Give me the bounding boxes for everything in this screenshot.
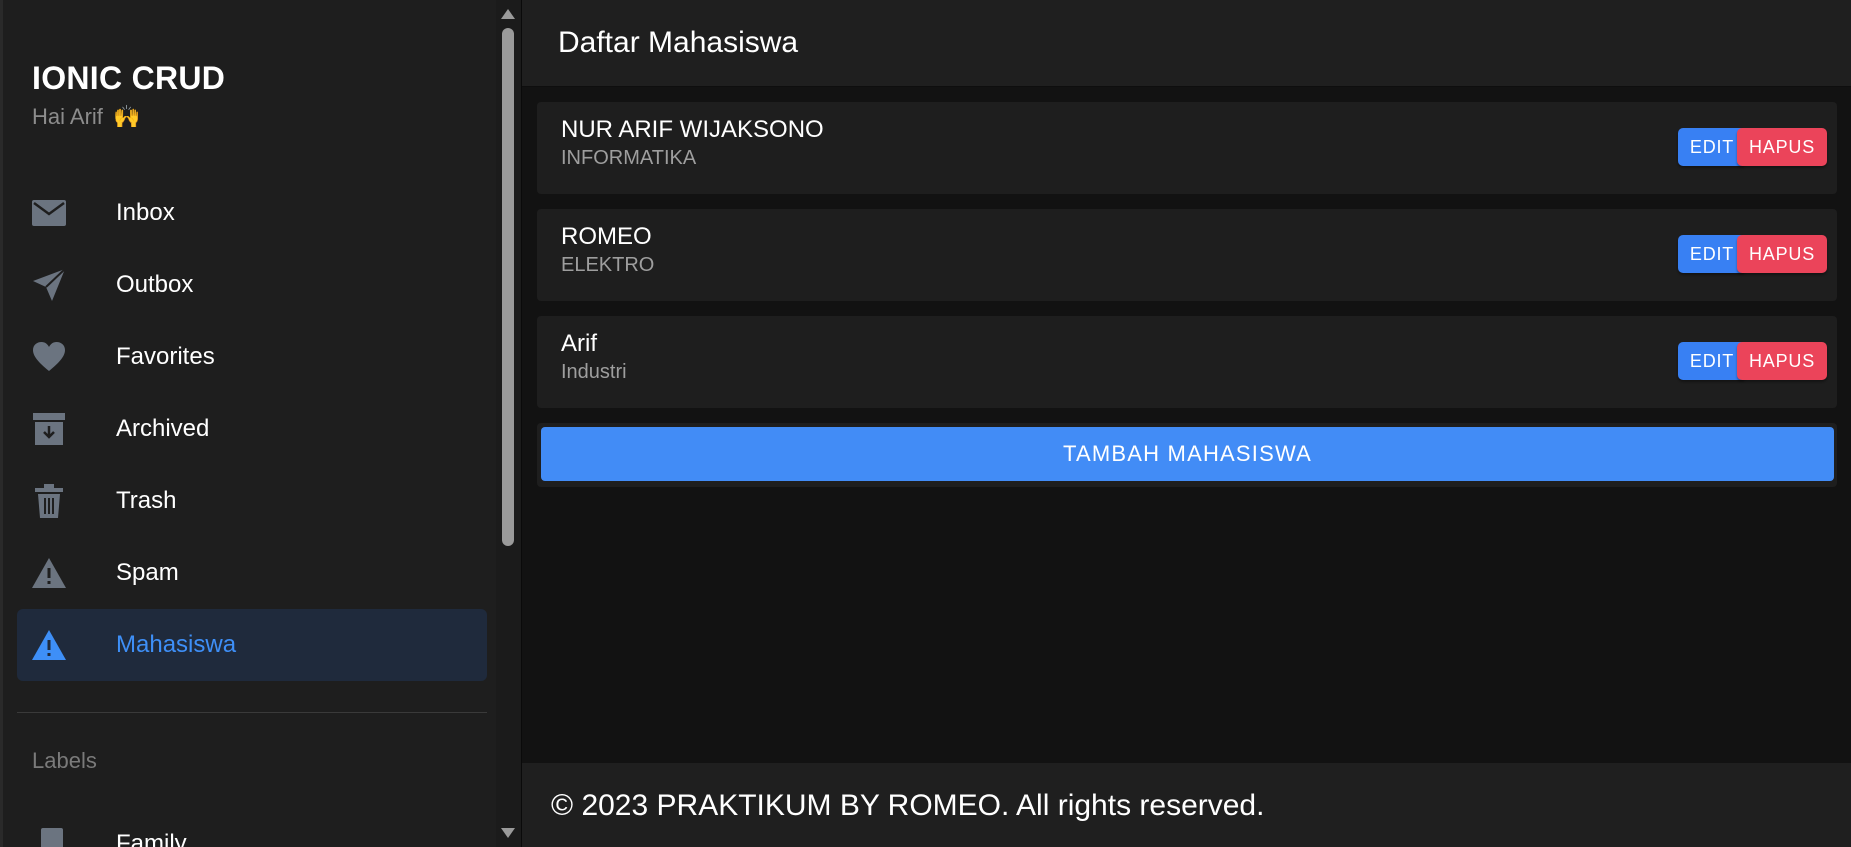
labels-heading: Labels bbox=[32, 748, 97, 773]
sidebar-divider bbox=[17, 712, 487, 713]
label-item-label: Family bbox=[116, 830, 187, 847]
student-card: ROMEO ELEKTRO EDIT HAPUS bbox=[537, 209, 1837, 301]
student-name: Arif bbox=[561, 330, 597, 357]
student-card: Arif Industri EDIT HAPUS bbox=[537, 316, 1837, 408]
scroll-thumb[interactable] bbox=[502, 28, 514, 546]
heart-icon bbox=[31, 339, 67, 375]
student-name: NUR ARIF WIJAKSONO bbox=[561, 116, 824, 143]
app-title: IONIC CRUD bbox=[32, 60, 226, 96]
side-menu: IONIC CRUD Hai Arif 🙌 Inbox Outbox Favor… bbox=[0, 0, 496, 847]
delete-button[interactable]: HAPUS bbox=[1737, 342, 1827, 380]
greeting: Hai Arif 🙌 bbox=[32, 104, 140, 130]
page-footer: © 2023 PRAKTIKUM BY ROMEO. All rights re… bbox=[522, 763, 1851, 847]
raised-hands-icon: 🙌 bbox=[113, 104, 141, 129]
menu-item-label: Archived bbox=[116, 415, 210, 442]
sidebar-scrollbar[interactable] bbox=[496, 0, 521, 847]
edit-button[interactable]: EDIT bbox=[1678, 342, 1746, 380]
menu-item-label: Inbox bbox=[116, 199, 175, 226]
edit-button[interactable]: EDIT bbox=[1678, 128, 1746, 166]
menu-item-inbox[interactable]: Inbox bbox=[17, 177, 487, 249]
warning-icon bbox=[31, 555, 67, 591]
page-title: Daftar Mahasiswa bbox=[558, 26, 799, 59]
menu-item-label: Mahasiswa bbox=[116, 631, 237, 658]
label-item-family[interactable]: Family bbox=[17, 808, 487, 847]
menu-item-favorites[interactable]: Favorites bbox=[17, 321, 487, 393]
page-header: Daftar Mahasiswa bbox=[522, 0, 1851, 87]
menu-item-trash[interactable]: Trash bbox=[17, 465, 487, 537]
paper-plane-icon bbox=[31, 267, 67, 303]
student-list: NUR ARIF WIJAKSONO INFORMATIKA EDIT HAPU… bbox=[522, 87, 1851, 763]
menu-item-label: Trash bbox=[116, 487, 177, 514]
menu-item-label: Spam bbox=[116, 559, 179, 586]
student-department: Industri bbox=[561, 361, 627, 383]
menu-item-label: Favorites bbox=[116, 343, 215, 370]
student-department: INFORMATIKA bbox=[561, 147, 697, 169]
scroll-down-arrow-icon[interactable] bbox=[501, 828, 515, 838]
student-card: NUR ARIF WIJAKSONO INFORMATIKA EDIT HAPU… bbox=[537, 102, 1837, 194]
menu-item-outbox[interactable]: Outbox bbox=[17, 249, 487, 321]
warning-icon bbox=[31, 627, 67, 663]
edit-button[interactable]: EDIT bbox=[1678, 235, 1746, 273]
menu-item-archived[interactable]: Archived bbox=[17, 393, 487, 465]
mail-icon bbox=[31, 195, 67, 231]
footer-copyright: © 2023 PRAKTIKUM BY ROMEO. All rights re… bbox=[551, 789, 1265, 822]
delete-button[interactable]: HAPUS bbox=[1737, 235, 1827, 273]
trash-icon bbox=[31, 483, 67, 519]
add-student-card: TAMBAH MAHASISWA bbox=[537, 423, 1837, 487]
add-student-button[interactable]: TAMBAH MAHASISWA bbox=[541, 427, 1834, 481]
scroll-up-arrow-icon[interactable] bbox=[501, 9, 515, 19]
bookmark-icon bbox=[41, 828, 63, 847]
student-name: ROMEO bbox=[561, 223, 652, 250]
menu-item-mahasiswa[interactable]: Mahasiswa bbox=[17, 609, 487, 681]
student-department: ELEKTRO bbox=[561, 254, 655, 276]
greeting-text: Hai Arif bbox=[32, 104, 103, 129]
menu-item-label: Outbox bbox=[116, 271, 194, 298]
menu-item-spam[interactable]: Spam bbox=[17, 537, 487, 609]
archive-icon bbox=[31, 411, 67, 447]
delete-button[interactable]: HAPUS bbox=[1737, 128, 1827, 166]
